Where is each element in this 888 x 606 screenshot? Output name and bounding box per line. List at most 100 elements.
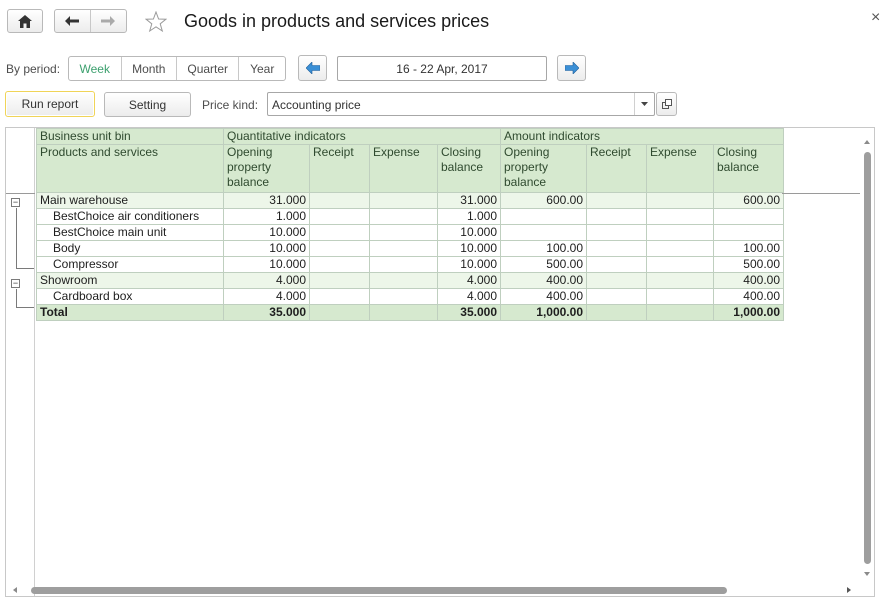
scroll-down-icon[interactable] (862, 570, 872, 578)
group-line-showroom-end (16, 307, 34, 308)
scroll-left-icon[interactable] (11, 585, 19, 595)
amt-receipt-cell (586, 288, 647, 305)
run-report-button[interactable]: Run report (5, 91, 95, 117)
scroll-right-icon[interactable] (845, 585, 853, 595)
star-icon (144, 10, 168, 33)
price-kind-field[interactable]: Accounting price (267, 92, 655, 116)
table-row[interactable]: Cardboard box 4.000 4.000 400.00 400.00 (36, 288, 784, 305)
qty-receipt-cell (309, 272, 370, 289)
qty-closing-cell: 4.000 (437, 272, 501, 289)
back-forward-group (54, 9, 127, 33)
row-name: Cardboard box (36, 288, 224, 305)
setting-button[interactable]: Setting (104, 92, 191, 117)
horizontal-scroll-thumb[interactable] (31, 587, 727, 594)
row-name: BestChoice main unit (36, 224, 224, 241)
total-row[interactable]: Total 35.000 35.000 1,000.00 1,000.00 (36, 304, 784, 321)
qty-receipt-cell (309, 256, 370, 273)
qty-receipt-cell (309, 288, 370, 305)
amt-expense-cell (646, 256, 714, 273)
qty-receipt-cell (309, 208, 370, 225)
amt-opening-cell (500, 224, 587, 241)
header-qty-opening: Opening property balance (223, 144, 310, 193)
header-row-bottom: Products and services Opening property b… (36, 144, 784, 193)
report-table: Business unit bin Quantitative indicator… (36, 128, 784, 321)
table-row[interactable]: Compressor 10.000 10.000 500.00 500.00 (36, 256, 784, 273)
qty-opening-cell: 31.000 (223, 192, 310, 209)
header-amt-expense: Expense (646, 144, 714, 193)
arrow-right-icon (101, 16, 116, 26)
run-report-label: Run report (21, 97, 79, 111)
table-row[interactable]: Main warehouse 31.000 31.000 600.00 600.… (36, 192, 784, 209)
amt-opening-cell: 500.00 (500, 256, 587, 273)
horizontal-scrollbar[interactable] (5, 585, 855, 595)
row-name: Main warehouse (36, 192, 224, 209)
qty-opening-cell: 1.000 (223, 208, 310, 225)
chevron-down-icon (641, 102, 648, 106)
collapse-showroom-icon[interactable]: − (11, 279, 20, 288)
home-button[interactable] (7, 9, 43, 33)
qty-receipt-cell (309, 304, 370, 321)
header-business-unit-bin: Business unit bin (36, 128, 224, 145)
open-price-kind-button[interactable] (656, 92, 677, 116)
period-option-week[interactable]: Week (69, 57, 122, 80)
qty-closing-cell: 10.000 (437, 224, 501, 241)
amt-expense-cell (646, 224, 714, 241)
qty-expense-cell (369, 208, 438, 225)
amt-closing-cell: 500.00 (713, 256, 784, 273)
arrow-right-icon (564, 62, 579, 74)
back-button[interactable] (55, 10, 91, 32)
period-range-field[interactable]: 16 - 22 Apr, 2017 (337, 56, 547, 81)
amt-opening-cell (500, 208, 587, 225)
amt-opening-cell: 400.00 (500, 272, 587, 289)
vertical-scrollbar[interactable] (862, 138, 872, 586)
amt-receipt-cell (586, 208, 647, 225)
header-qty-expense: Expense (369, 144, 438, 193)
close-icon[interactable]: × (871, 9, 880, 27)
amt-expense-cell (646, 240, 714, 257)
group-line-showroom (16, 289, 17, 307)
qty-closing-cell: 31.000 (437, 192, 501, 209)
period-label: By period: (6, 62, 61, 76)
qty-receipt-cell (309, 224, 370, 241)
next-period-button[interactable] (557, 55, 586, 81)
price-kind-dropdown[interactable] (634, 93, 654, 115)
qty-closing-cell: 1.000 (437, 208, 501, 225)
qty-opening-cell: 10.000 (223, 240, 310, 257)
previous-period-button[interactable] (298, 55, 327, 81)
amt-expense-cell (646, 304, 714, 321)
price-kind-value: Accounting price (272, 98, 361, 112)
table-row[interactable]: BestChoice main unit 10.000 10.000 (36, 224, 784, 241)
arrow-left-icon (305, 62, 320, 74)
vertical-scroll-thumb[interactable] (864, 152, 871, 564)
amt-closing-cell: 400.00 (713, 288, 784, 305)
amt-opening-cell: 600.00 (500, 192, 587, 209)
amt-expense-cell (646, 272, 714, 289)
gutter-header-line (6, 193, 35, 194)
period-option-month[interactable]: Month (122, 57, 177, 80)
amt-closing-cell: 600.00 (713, 192, 784, 209)
amt-opening-cell: 400.00 (500, 288, 587, 305)
table-row[interactable]: Body 10.000 10.000 100.00 100.00 (36, 240, 784, 257)
amt-receipt-cell (586, 272, 647, 289)
table-row[interactable]: BestChoice air conditioners 1.000 1.000 (36, 208, 784, 225)
amt-expense-cell (646, 208, 714, 225)
header-amt-receipt: Receipt (586, 144, 647, 193)
qty-closing-cell: 35.000 (437, 304, 501, 321)
header-qty-receipt: Receipt (309, 144, 370, 193)
qty-opening-cell: 4.000 (223, 272, 310, 289)
arrow-left-icon (65, 16, 80, 26)
header-qty-closing: Closing balance (437, 144, 501, 193)
qty-closing-cell: 10.000 (437, 240, 501, 257)
amt-closing-cell (713, 208, 784, 225)
report-area: − − Business unit bin Quantitative indic… (5, 127, 875, 597)
header-amount-indicators: Amount indicators (500, 128, 784, 145)
collapse-main-warehouse-icon[interactable]: − (11, 198, 20, 207)
qty-expense-cell (369, 224, 438, 241)
period-option-quarter[interactable]: Quarter (177, 57, 240, 80)
period-option-year[interactable]: Year (239, 57, 285, 80)
favorite-button[interactable] (144, 10, 168, 33)
table-row[interactable]: Showroom 4.000 4.000 400.00 400.00 (36, 272, 784, 289)
scroll-up-icon[interactable] (862, 138, 872, 146)
forward-button[interactable] (91, 10, 127, 32)
price-kind-label: Price kind: (202, 98, 259, 112)
